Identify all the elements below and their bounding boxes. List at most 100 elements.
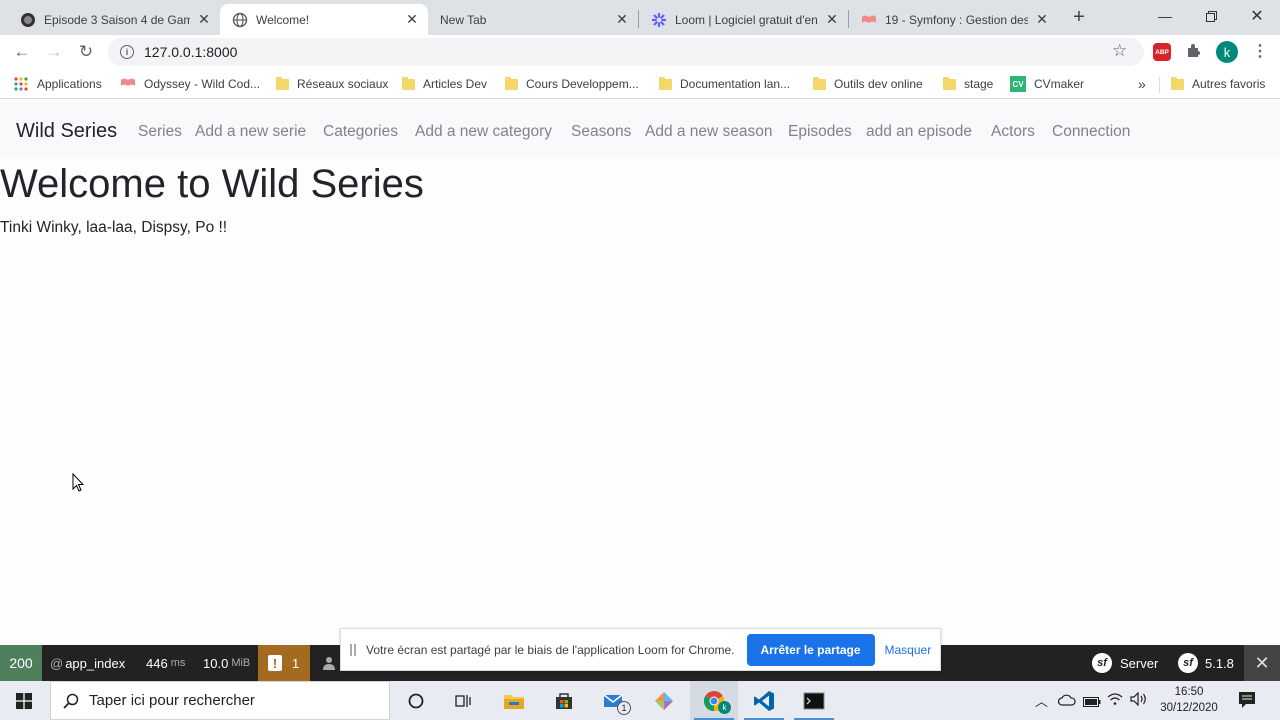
site-navbar: Wild Series Series Add a new serie Categ… — [0, 102, 1280, 158]
restore-icon[interactable] — [1188, 0, 1234, 32]
system-clock[interactable]: 16:50 30/12/2020 — [1152, 684, 1226, 716]
browser-tab-strip: Episode 3 Saison 4 de Gam ✕ Welcome! ✕ N… — [0, 0, 1280, 35]
close-window-icon[interactable]: ✕ — [1234, 0, 1280, 32]
symfony-version[interactable]: sf 5.1.8 — [1178, 645, 1234, 681]
nav-link-connection[interactable]: Connection — [1052, 123, 1130, 141]
bookmark-apps[interactable]: Applications — [14, 75, 102, 93]
bookmark-folder[interactable]: Réseaux sociaux — [276, 75, 388, 93]
tab-title: Welcome! — [256, 12, 310, 27]
server-info[interactable]: sf Server — [1092, 645, 1158, 681]
page-text: Tinki Winky, laa-laa, Dispsy, Po !! — [0, 219, 228, 236]
bookmark-folder[interactable]: stage — [943, 75, 993, 93]
site-info-icon[interactable]: i — [120, 45, 134, 59]
volume-icon[interactable] — [1130, 691, 1148, 711]
tab-title: 19 - Symfony : Gestion des — [885, 12, 1028, 27]
folder-icon — [276, 76, 289, 90]
forward-arrow-icon[interactable]: → — [40, 38, 68, 66]
battery-icon[interactable] — [1083, 694, 1101, 712]
new-tab-plus-icon[interactable]: + — [1068, 6, 1090, 28]
reload-icon[interactable]: ↻ — [72, 38, 100, 66]
folder-icon — [659, 76, 672, 90]
close-tab-icon[interactable]: ✕ — [1034, 11, 1050, 28]
url-text: 127.0.0.1:8000 — [144, 44, 238, 60]
bookmark-star-icon[interactable]: ☆ — [1112, 41, 1127, 61]
tab-title: New Tab — [440, 12, 487, 27]
hide-banner-link[interactable]: Masquer — [885, 643, 932, 657]
folder-icon — [943, 76, 956, 90]
windows-start-icon[interactable] — [0, 681, 48, 720]
folder-icon — [1171, 76, 1184, 90]
chrome-taskbar-icon[interactable]: k — [690, 681, 738, 720]
notifications-icon[interactable] — [1238, 691, 1256, 714]
navbar-brand[interactable]: Wild Series — [16, 120, 117, 143]
more-menu-icon[interactable]: ⋮ — [1252, 41, 1268, 61]
tab-new-tab[interactable]: New Tab ✕ — [428, 4, 638, 35]
drag-handle-icon[interactable] — [350, 643, 356, 656]
close-tab-icon[interactable]: ✕ — [614, 11, 630, 28]
bookmark-folder[interactable]: Outils dev online — [813, 75, 923, 93]
bookmark-cvmaker[interactable]: CV CVmaker — [1010, 75, 1084, 93]
profile-avatar[interactable]: k — [1216, 41, 1238, 63]
tab-title: Episode 3 Saison 4 de Gam — [44, 12, 190, 27]
search-icon — [63, 693, 79, 709]
folder-icon — [813, 76, 826, 90]
show-hidden-icons-chevron-icon[interactable]: ︿ — [1035, 691, 1048, 710]
user-icon[interactable] — [322, 645, 336, 681]
globe-icon — [232, 12, 248, 28]
file-explorer-icon[interactable] — [490, 681, 538, 720]
cortana-icon[interactable] — [392, 681, 440, 720]
nav-link-episodes[interactable]: Episodes — [788, 123, 852, 141]
tab-welcome[interactable]: Welcome! ✕ — [220, 4, 428, 35]
bookmark-other-folder[interactable]: Autres favoris — [1171, 75, 1265, 93]
onedrive-cloud-icon[interactable] — [1057, 693, 1076, 711]
nav-link-actors[interactable]: Actors — [991, 123, 1035, 141]
windows-taskbar: Taper ici pour rechercher 1 k ︿ 16:50 30… — [0, 681, 1280, 720]
bookmark-folder[interactable]: Cours Developpem... — [505, 75, 639, 93]
nav-link-add-category[interactable]: Add a new category — [415, 123, 552, 141]
nav-link-categories[interactable]: Categories — [323, 123, 398, 141]
nav-link-add-season[interactable]: Add a new season — [645, 123, 773, 141]
back-arrow-icon[interactable]: ← — [8, 38, 36, 66]
vscode-icon[interactable] — [740, 681, 788, 720]
chrome-profile-badge: k — [718, 701, 731, 714]
memory-usage[interactable]: 10.0 MiB — [203, 645, 250, 681]
task-view-icon[interactable] — [440, 681, 488, 720]
stop-sharing-button[interactable]: Arrêter le partage — [746, 633, 875, 666]
wifi-icon[interactable] — [1107, 692, 1123, 711]
bookmark-folder[interactable]: Articles Dev — [402, 75, 487, 93]
extensions-puzzle-icon[interactable] — [1186, 43, 1202, 64]
nav-link-add-episode[interactable]: add an episode — [866, 123, 972, 141]
adblock-plus-icon[interactable]: ABP — [1153, 43, 1171, 61]
mail-icon[interactable]: 1 — [590, 681, 638, 720]
nav-link-series[interactable]: Series — [138, 123, 182, 141]
request-time[interactable]: 446 ms — [146, 645, 185, 681]
paint-3d-icon[interactable] — [640, 681, 688, 720]
wild-code-icon — [861, 12, 877, 28]
folder-icon — [402, 76, 415, 90]
status-code-badge[interactable]: 200 — [0, 645, 42, 681]
nav-link-add-serie[interactable]: Add a new serie — [195, 123, 306, 141]
terminal-icon[interactable] — [790, 681, 838, 720]
close-tab-icon[interactable]: ✕ — [824, 11, 840, 28]
minimize-icon[interactable]: — — [1142, 0, 1188, 32]
nav-link-seasons[interactable]: Seasons — [571, 123, 631, 141]
symfony-logo-icon: sf — [1092, 653, 1112, 673]
close-tab-icon[interactable]: ✕ — [404, 11, 420, 28]
game-of-thrones-favicon — [20, 12, 36, 28]
tab-symfony[interactable]: 19 - Symfony : Gestion des ✕ — [849, 4, 1058, 35]
bookmark-folder[interactable]: Documentation lan... — [659, 75, 790, 93]
page-title: Welcome to Wild Series — [0, 162, 424, 206]
tab-title: Loom | Logiciel gratuit d'en — [675, 12, 818, 27]
close-tab-icon[interactable]: ✕ — [196, 11, 212, 28]
tab-loom[interactable]: Loom | Logiciel gratuit d'en ✕ — [639, 4, 848, 35]
taskbar-search-input[interactable]: Taper ici pour rechercher — [50, 681, 390, 720]
loom-sharing-banner: Votre écran est partagé par le biais de … — [340, 628, 941, 671]
route-info[interactable]: @ app_index — [50, 645, 125, 681]
warnings-badge[interactable]: ! 1 — [258, 645, 310, 681]
microsoft-store-icon[interactable] — [540, 681, 588, 720]
tab-episode[interactable]: Episode 3 Saison 4 de Gam ✕ — [8, 4, 220, 35]
bookmark-odyssey[interactable]: Odyssey - Wild Cod... — [120, 75, 260, 93]
bookmarks-overflow-chevron-icon[interactable]: » — [1138, 75, 1146, 93]
address-bar[interactable]: i 127.0.0.1:8000 — [108, 38, 1144, 66]
close-toolbar-icon[interactable]: ✕ — [1244, 645, 1280, 681]
